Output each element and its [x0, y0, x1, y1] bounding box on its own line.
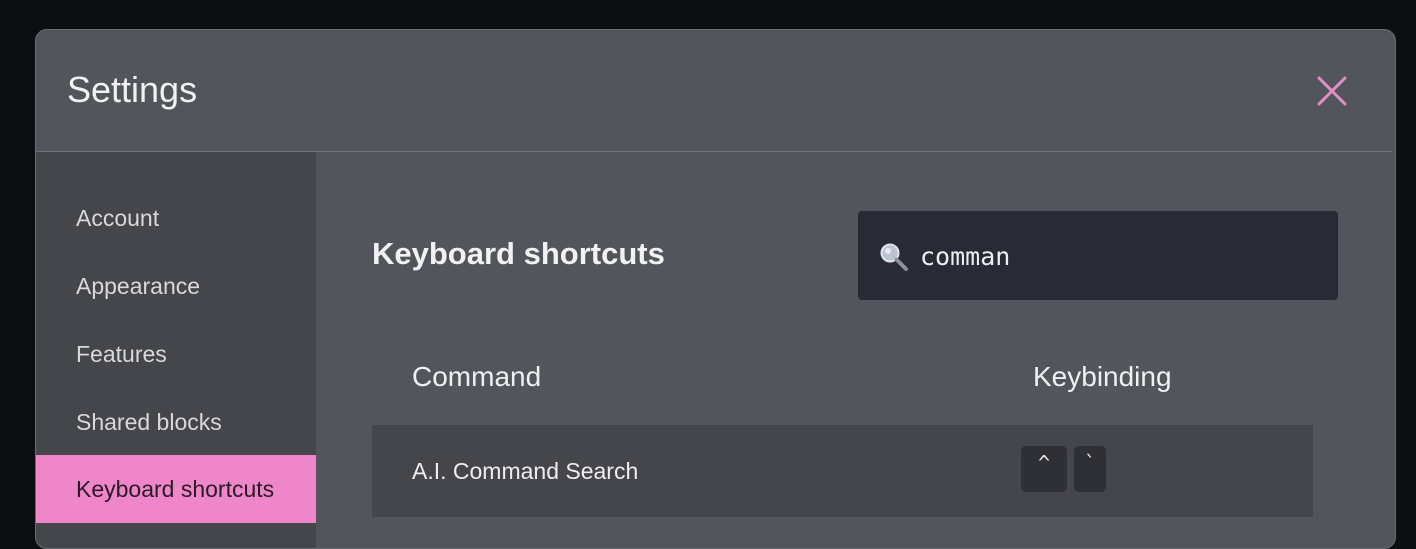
search-box[interactable]: [858, 211, 1338, 300]
dialog-title: Settings: [67, 69, 198, 110]
table-row[interactable]: A.I. Command Search ^ `: [372, 425, 1313, 517]
settings-content: Keyboard shortcuts Command Keybinding A.…: [316, 152, 1395, 548]
settings-sidebar: Account Appearance Features Shared block…: [36, 152, 316, 548]
close-icon: [1317, 76, 1347, 106]
search-input[interactable]: [920, 235, 1320, 277]
sidebar-item-features[interactable]: Features: [36, 320, 316, 388]
sidebar-item-keyboard-shortcuts[interactable]: Keyboard shortcuts: [36, 455, 316, 523]
sidebar-item-account[interactable]: Account: [36, 184, 316, 252]
dialog-header: Settings: [36, 30, 1392, 152]
section-title: Keyboard shortcuts: [372, 236, 665, 271]
column-header-keybinding: Keybinding: [1033, 361, 1172, 392]
sidebar-item-appearance[interactable]: Appearance: [36, 252, 316, 320]
column-header-command: Command: [412, 361, 542, 392]
sidebar-item-shared-blocks[interactable]: Shared blocks: [36, 388, 316, 456]
table-header: Command Keybinding: [372, 352, 1312, 402]
command-label: A.I. Command Search: [412, 458, 639, 484]
settings-dialog: Settings Account Appearance Features Sha…: [35, 29, 1396, 549]
keycap-ctrl[interactable]: ^: [1021, 446, 1067, 492]
close-button[interactable]: [1310, 69, 1354, 113]
search-icon: [880, 243, 908, 271]
keycap-backtick[interactable]: `: [1074, 446, 1106, 492]
